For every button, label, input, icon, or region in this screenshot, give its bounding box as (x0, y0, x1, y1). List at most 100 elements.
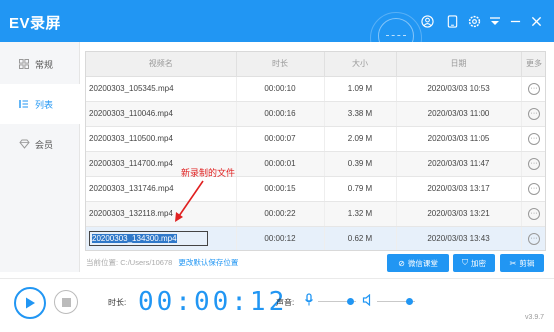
cell-more: ··· (521, 226, 545, 250)
title-decoration-line (386, 35, 406, 36)
cell-more: ··· (521, 76, 545, 102)
cell-date: 2020/03/03 11:00 (396, 101, 522, 127)
microphone-icon[interactable] (304, 293, 314, 307)
more-button[interactable]: ··· (528, 232, 540, 245)
table-row[interactable]: 20200303_110500.mp4 00:00:07 2.09 M 2020… (86, 126, 545, 152)
speaker-icon[interactable] (362, 293, 374, 307)
more-button[interactable]: ··· (528, 207, 540, 220)
sidebar-item-label: 列表 (35, 99, 54, 110)
system-volume-knob[interactable] (406, 298, 413, 305)
more-button[interactable]: ··· (528, 132, 540, 145)
sidebar-item-general[interactable]: 常规 (0, 44, 80, 84)
encrypt-button[interactable]: ⛉ 加密 (453, 254, 495, 272)
link-icon: ⊘ (398, 258, 405, 268)
more-button[interactable]: ··· (528, 82, 540, 95)
wechat-class-label: 微信课堂 (407, 258, 438, 268)
cell-date: 2020/03/03 13:21 (396, 201, 522, 227)
more-button[interactable]: ··· (528, 157, 540, 170)
phone-icon[interactable] (445, 14, 459, 28)
sidebar: 常规 列表 会员 (0, 42, 80, 272)
title-decoration (378, 18, 414, 54)
cell-name: 20200303_105345.mp4 (86, 76, 237, 102)
cell-more: ··· (521, 151, 545, 177)
cell-more: ··· (521, 126, 545, 152)
stop-icon (61, 297, 71, 307)
cell-duration: 00:00:22 (236, 201, 325, 227)
sidebar-item-list[interactable]: 列表 (0, 84, 80, 124)
cell-more: ··· (521, 176, 545, 202)
settings-icon[interactable] (467, 14, 481, 28)
mic-volume-knob[interactable] (347, 298, 354, 305)
cell-date: 2020/03/03 11:05 (396, 126, 522, 152)
cell-size: 1.09 M (324, 76, 397, 102)
rename-field-text: 20200303_134300.mp4 (92, 234, 177, 243)
cell-name: 20200303_134300.mp4 (86, 226, 237, 250)
path-value: C:/Users/10678 (120, 258, 173, 267)
cell-size: 2.09 M (324, 126, 397, 152)
encrypt-label: 加密 (471, 258, 486, 268)
col-header-name[interactable]: 视频名 (86, 52, 237, 77)
cell-name: 20200303_132118.mp4 (86, 201, 237, 227)
diamond-icon (18, 138, 30, 150)
cell-more: ··· (521, 201, 545, 227)
table-row-selected[interactable]: 20200303_134300.mp4 00:00:12 0.62 M 2020… (86, 226, 545, 250)
col-header-date[interactable]: 日期 (396, 52, 522, 77)
cell-size: 1.32 M (324, 201, 397, 227)
sound-label: 声音: (276, 298, 295, 307)
cell-name: 20200303_131746.mp4 (86, 176, 237, 202)
cell-more: ··· (521, 101, 545, 127)
sidebar-item-label: 会员 (35, 139, 54, 150)
minimize-icon[interactable] (508, 14, 522, 28)
grid-icon (18, 58, 30, 70)
table-row[interactable]: 20200303_131746.mp4 00:00:15 0.79 M 2020… (86, 176, 545, 202)
table-row[interactable]: 20200303_132118.mp4 00:00:22 1.32 M 2020… (86, 201, 545, 227)
cut-button[interactable]: ✂ 剪辑 (500, 254, 544, 272)
cell-size: 3.38 M (324, 101, 397, 127)
path-label: 当前位置: (86, 258, 119, 267)
save-path-row: 当前位置: C:/Users/10678 更改默认保存位置 (86, 257, 238, 268)
cell-duration: 00:00:07 (236, 126, 325, 152)
rename-field[interactable]: 20200303_134300.mp4 (89, 231, 209, 246)
stop-button[interactable] (54, 290, 78, 314)
cut-label: 剪辑 (519, 258, 535, 268)
more-button[interactable]: ··· (528, 182, 540, 195)
close-icon[interactable] (529, 14, 543, 28)
table-header-row: 视频名 时长 大小 日期 更多 (86, 52, 545, 77)
cell-duration: 00:00:10 (236, 76, 325, 102)
cell-name: 20200303_110500.mp4 (86, 126, 237, 152)
wechat-class-button[interactable]: ⊘ 微信课堂 (387, 254, 449, 272)
table-row[interactable]: 20200303_110046.mp4 00:00:16 3.38 M 2020… (86, 101, 545, 127)
user-icon[interactable] (420, 14, 434, 28)
scissors-icon: ✂ (509, 258, 517, 268)
table-row[interactable]: 20200303_114700.mp4 00:00:01 0.39 M 2020… (86, 151, 545, 177)
more-button[interactable]: ··· (528, 107, 540, 120)
annotation-label: 新录制的文件 (181, 168, 236, 178)
cell-size: 0.62 M (324, 226, 397, 250)
list-icon (18, 98, 30, 110)
sidebar-item-label: 常规 (35, 59, 54, 70)
shield-icon: ⛉ (462, 258, 468, 267)
dropdown-icon[interactable] (488, 14, 502, 28)
cell-duration: 00:00:12 (236, 226, 325, 250)
duration-label: 时长: (108, 298, 127, 307)
cell-date: 2020/03/03 13:17 (396, 176, 522, 202)
video-table: 视频名 时长 大小 日期 更多 20200303_105345.mp4 00:0… (85, 51, 546, 251)
play-icon (26, 297, 35, 309)
cell-date: 2020/03/03 11:47 (396, 151, 522, 177)
app-title: EV录屏 (9, 15, 62, 32)
record-play-button[interactable] (14, 287, 46, 319)
change-path-link[interactable]: 更改默认保存位置 (178, 258, 238, 267)
cell-duration: 00:00:01 (236, 151, 325, 177)
col-header-duration[interactable]: 时长 (236, 52, 325, 77)
cell-date: 2020/03/03 13:43 (396, 226, 522, 250)
title-bar: EV录屏 (0, 0, 554, 64)
cell-size: 0.79 M (324, 176, 397, 202)
cell-name: 20200303_110046.mp4 (86, 101, 237, 127)
col-header-size[interactable]: 大小 (324, 52, 397, 77)
version-label: v3.9.7 (525, 314, 545, 321)
record-timer: 00:00:12 (138, 287, 288, 317)
cell-duration: 00:00:15 (236, 176, 325, 202)
cell-date: 2020/03/03 10:53 (396, 76, 522, 102)
table-row[interactable]: 20200303_105345.mp4 00:00:10 1.09 M 2020… (86, 76, 545, 102)
sidebar-item-membership[interactable]: 会员 (0, 124, 80, 164)
